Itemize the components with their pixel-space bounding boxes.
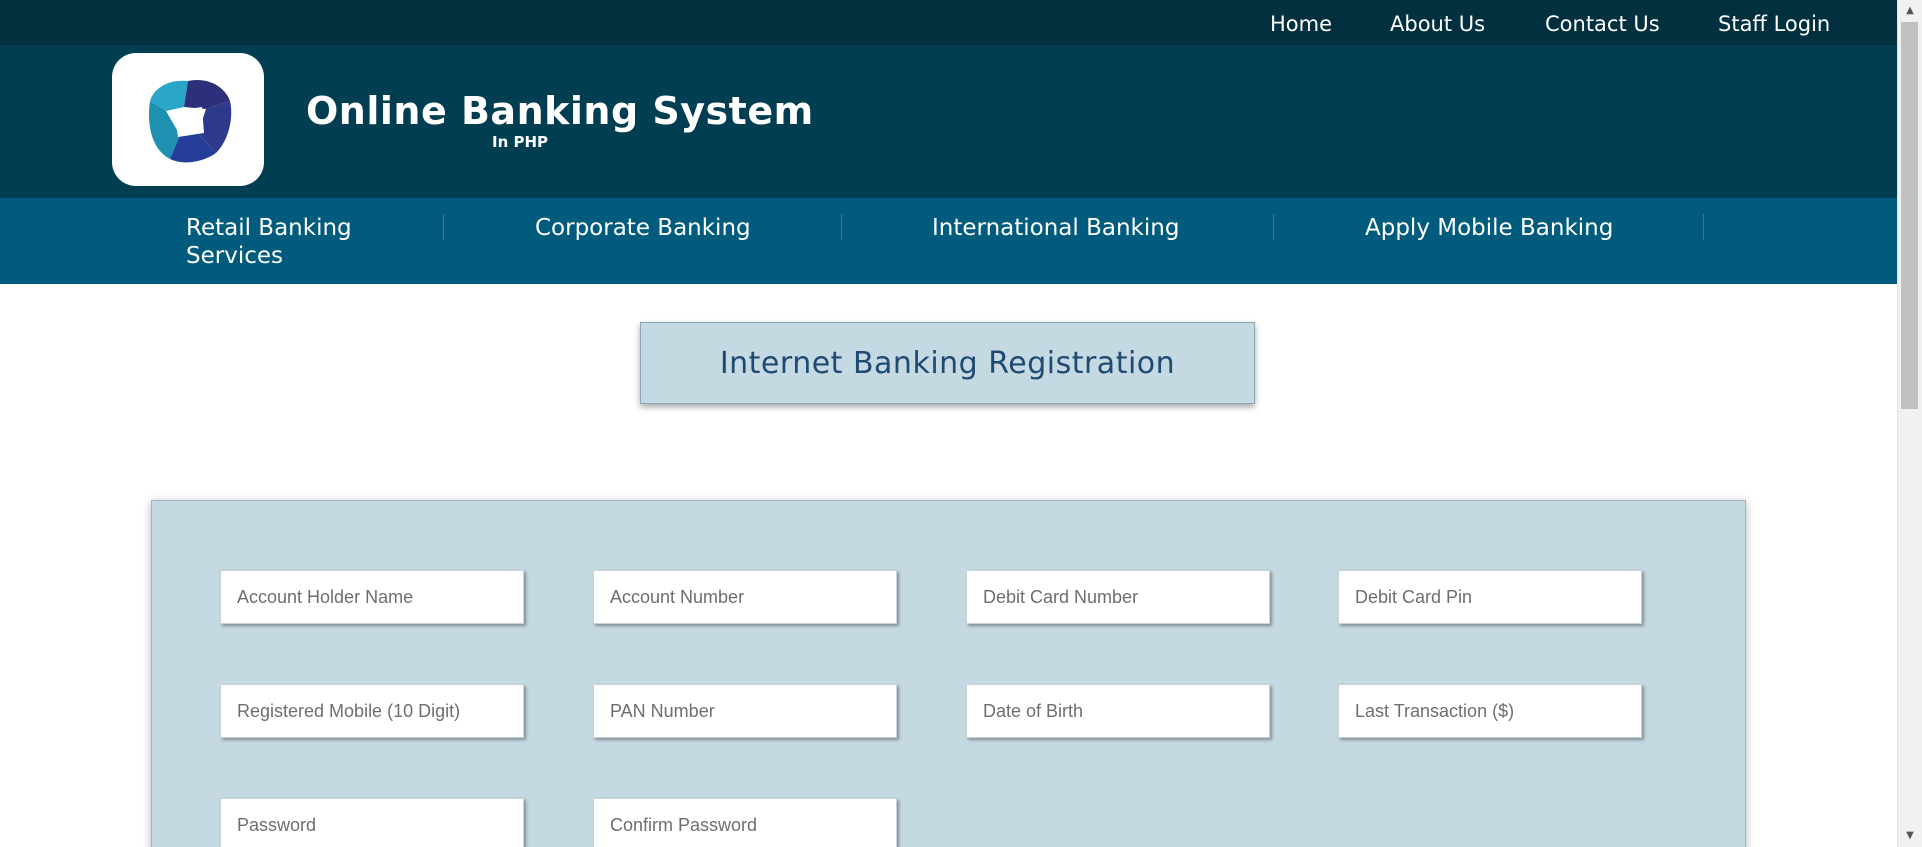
nav-retail-banking[interactable]: Retail Banking Services — [186, 214, 386, 270]
page-title-box: Internet Banking Registration — [640, 322, 1255, 404]
registered-mobile-input[interactable] — [220, 684, 524, 738]
nav-corporate-banking[interactable]: Corporate Banking — [535, 214, 751, 242]
nav-separator — [443, 214, 444, 240]
confirm-password-input[interactable] — [593, 798, 897, 847]
top-bar: Home About Us Contact Us Staff Login — [0, 0, 1897, 45]
nav-apply-mobile-banking[interactable]: Apply Mobile Banking — [1365, 214, 1613, 242]
nav-international-banking[interactable]: International Banking — [932, 214, 1179, 242]
site-header: Online Banking System In PHP — [0, 45, 1897, 198]
account-holder-name-input[interactable] — [220, 570, 524, 624]
page: Home About Us Contact Us Staff Login Onl… — [0, 0, 1922, 847]
top-nav-contact-link[interactable]: Contact Us — [1545, 12, 1660, 36]
last-transaction-input[interactable] — [1338, 684, 1642, 738]
scroll-down-arrow-icon[interactable]: ▼ — [1898, 827, 1922, 845]
pan-number-input[interactable] — [593, 684, 897, 738]
password-input[interactable] — [220, 798, 524, 847]
logo[interactable] — [112, 53, 264, 186]
logo-icon — [148, 79, 232, 163]
top-nav-about-link[interactable]: About Us — [1390, 12, 1485, 36]
vertical-scrollbar[interactable]: ▲ ▼ — [1897, 0, 1922, 847]
nav-separator — [1703, 214, 1704, 240]
top-nav-home-link[interactable]: Home — [1270, 12, 1332, 36]
registration-form — [151, 500, 1746, 847]
scroll-up-arrow-icon[interactable]: ▲ — [1898, 2, 1922, 20]
page-title: Internet Banking Registration — [719, 345, 1176, 381]
scrollbar-thumb[interactable] — [1901, 22, 1918, 409]
site-subtitle: In PHP — [492, 133, 549, 151]
account-number-input[interactable] — [593, 570, 897, 624]
debit-card-pin-input[interactable] — [1338, 570, 1642, 624]
date-of-birth-input[interactable] — [966, 684, 1270, 738]
nav-separator — [1273, 214, 1274, 240]
debit-card-number-input[interactable] — [966, 570, 1270, 624]
top-nav-staff-login-link[interactable]: Staff Login — [1718, 12, 1830, 36]
main-nav: Retail Banking Services Corporate Bankin… — [0, 198, 1897, 284]
nav-separator — [841, 214, 842, 240]
site-title: Online Banking System — [306, 89, 814, 133]
